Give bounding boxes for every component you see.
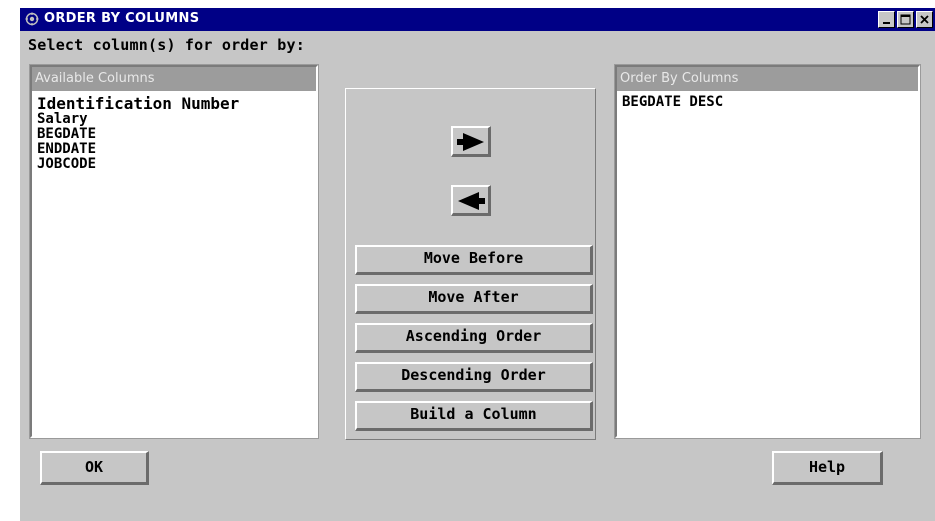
order-by-columns-dialog: ORDER BY COLUMNS Select column(s) for or… [20, 8, 935, 521]
close-icon[interactable] [916, 11, 933, 28]
maximize-icon[interactable] [897, 11, 914, 28]
list-item[interactable]: BEGDATE DESC [622, 95, 918, 110]
available-columns-list[interactable]: Available Columns Identification Number … [29, 64, 319, 439]
add-column-button[interactable] [451, 126, 491, 157]
app-icon [25, 12, 39, 26]
list-item[interactable]: BEGDATE [37, 127, 316, 142]
ok-button[interactable]: OK [40, 451, 149, 485]
instruction-label: Select column(s) for order by: [28, 36, 305, 54]
list-item[interactable]: Salary [37, 112, 316, 127]
available-columns-header: Available Columns [32, 67, 316, 91]
order-by-columns-list[interactable]: Order By Columns BEGDATE DESC [614, 64, 921, 439]
ascending-order-button[interactable]: Ascending Order [355, 323, 593, 353]
window-controls [878, 11, 933, 28]
left-arrow-icon [458, 192, 485, 210]
move-before-button[interactable]: Move Before [355, 245, 593, 275]
window-title: ORDER BY COLUMNS [44, 11, 200, 26]
order-by-columns-header: Order By Columns [617, 67, 918, 91]
list-item[interactable]: Identification Number [37, 95, 316, 112]
remove-column-button[interactable] [451, 185, 491, 216]
list-item[interactable]: JOBCODE [37, 157, 316, 172]
action-button-panel: Move Before Move After Ascending Order D… [345, 88, 596, 440]
build-column-button[interactable]: Build a Column [355, 401, 593, 431]
minimize-icon[interactable] [878, 11, 895, 28]
right-arrow-icon [457, 133, 484, 151]
help-button[interactable]: Help [772, 451, 883, 485]
descending-order-button[interactable]: Descending Order [355, 362, 593, 392]
list-item[interactable]: ENDDATE [37, 142, 316, 157]
move-after-button[interactable]: Move After [355, 284, 593, 314]
title-bar[interactable]: ORDER BY COLUMNS [20, 8, 935, 31]
